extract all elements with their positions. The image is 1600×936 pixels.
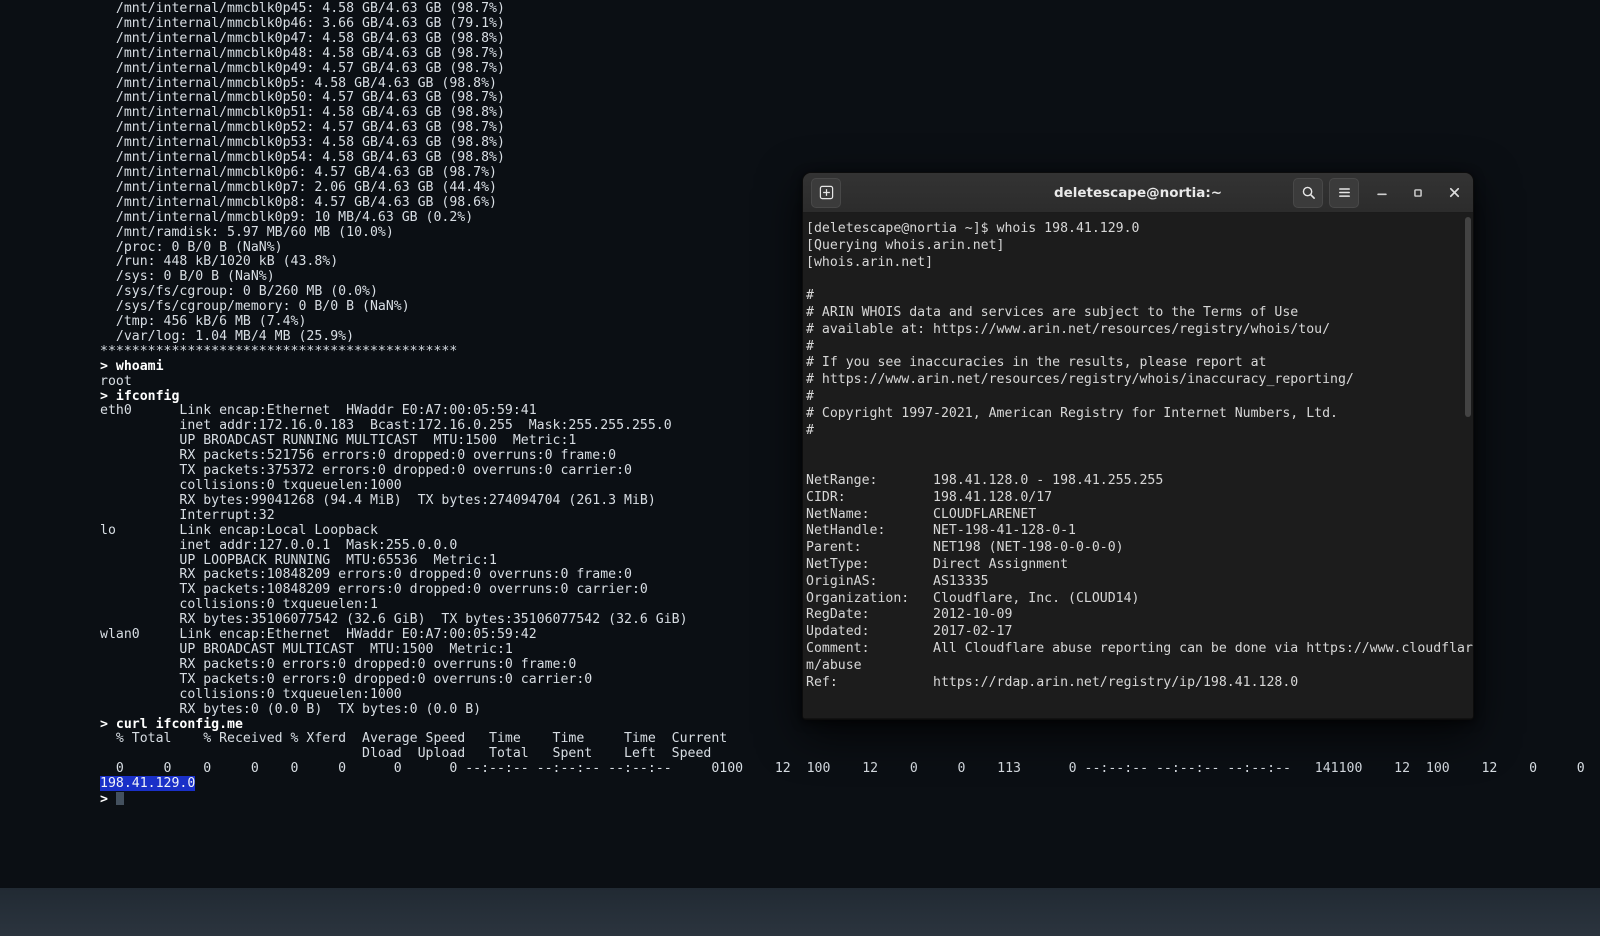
whois-line: [deletescape@nortia ~]$ whois 198.41.129… [806, 221, 1473, 238]
whois-line: NetRange: 198.41.128.0 - 198.41.255.255 [806, 473, 1473, 490]
background-bottom-bar [0, 888, 1600, 936]
whois-line: # If you see inaccuracies in the results… [806, 355, 1473, 372]
whois-line: m/abuse [806, 658, 1473, 675]
terminal-window[interactable]: deletescape@nortia:~ [802, 172, 1474, 720]
minimize-icon[interactable] [1369, 180, 1395, 206]
whois-line: # ARIN WHOIS data and services are subje… [806, 305, 1473, 322]
whois-line: # Copyright 1997-2021, American Registry… [806, 406, 1473, 423]
terminal-window-titlebar[interactable]: deletescape@nortia:~ [803, 173, 1473, 213]
maximize-icon[interactable] [1405, 180, 1431, 206]
screen-root: — v2020.11.20.loor Lobby Entv2020.10.01.… [0, 0, 1600, 936]
whois-line: NetName: CLOUDFLARENET [806, 507, 1473, 524]
curl-header-line: % Total % Received % Xferd Average Speed… [100, 732, 1600, 747]
whois-line: OriginAS: AS13335 [806, 574, 1473, 591]
disk-usage-line: /mnt/internal/mmcblk0p52: 4.57 GB/4.63 G… [100, 121, 1600, 136]
curl-header-line: Dload Upload Total Spent Left Speed [100, 747, 1600, 762]
disk-usage-line: /mnt/internal/mmcblk0p53: 4.58 GB/4.63 G… [100, 136, 1600, 151]
curl-result-ip[interactable]: 198.41.129.0 [100, 776, 195, 791]
disk-usage-line: /mnt/internal/mmcblk0p45: 4.58 GB/4.63 G… [100, 2, 1600, 17]
whois-output[interactable]: [deletescape@nortia ~]$ whois 198.41.129… [803, 213, 1473, 720]
search-icon[interactable] [1293, 178, 1323, 208]
curl-progress-line: 0 0 0 0 0 0 0 0 --:--:-- --:--:-- --:--:… [100, 762, 1600, 777]
titlebar-controls [1293, 178, 1467, 208]
whois-line: CIDR: 198.41.128.0/17 [806, 490, 1473, 507]
terminal-window-body[interactable]: [deletescape@nortia ~]$ whois 198.41.129… [803, 213, 1473, 720]
whois-line: NetHandle: NET-198-41-128-0-1 [806, 523, 1473, 540]
hamburger-menu-icon[interactable] [1329, 178, 1359, 208]
whois-line [806, 456, 1473, 473]
whois-line: Parent: NET198 (NET-198-0-0-0-0) [806, 540, 1473, 557]
cursor-block [116, 792, 124, 805]
whois-line [806, 271, 1473, 288]
disk-usage-line: /mnt/internal/mmcblk0p51: 4.58 GB/4.63 G… [100, 106, 1600, 121]
disk-usage-line: /mnt/internal/mmcblk0p49: 4.57 GB/4.63 G… [100, 62, 1600, 77]
whois-line: Ref: https://rdap.arin.net/registry/ip/1… [806, 675, 1473, 692]
disk-usage-line: /mnt/internal/mmcblk0p48: 4.58 GB/4.63 G… [100, 47, 1600, 62]
whois-line: Comment: All Cloudflare abuse reporting … [806, 641, 1473, 658]
disk-usage-line: /mnt/internal/mmcblk0p54: 4.58 GB/4.63 G… [100, 151, 1600, 166]
disk-usage-line: /mnt/internal/mmcblk0p46: 3.66 GB/4.63 G… [100, 17, 1600, 32]
whois-line: Updated: 2017-02-17 [806, 624, 1473, 641]
disk-usage-line: /mnt/internal/mmcblk0p47: 4.58 GB/4.63 G… [100, 32, 1600, 47]
whois-line: # [806, 288, 1473, 305]
close-icon[interactable] [1441, 180, 1467, 206]
whois-line: [whois.arin.net] [806, 255, 1473, 272]
whois-line: # available at: https://www.arin.net/res… [806, 322, 1473, 339]
whois-line: [Querying whois.arin.net] [806, 238, 1473, 255]
whois-line: # [806, 423, 1473, 440]
new-tab-icon[interactable] [811, 178, 841, 208]
whois-line [806, 439, 1473, 456]
disk-usage-line: /mnt/internal/mmcblk0p50: 4.57 GB/4.63 G… [100, 91, 1600, 106]
curl-result-row: 198.41.129.0 [100, 777, 1600, 792]
whois-line: # https://www.arin.net/resources/registr… [806, 372, 1473, 389]
terminal-scrollbar[interactable] [1465, 217, 1471, 417]
whois-line: # [806, 339, 1473, 356]
shell-prompt[interactable]: > [100, 792, 1600, 808]
whois-line: NetType: Direct Assignment [806, 557, 1473, 574]
disk-usage-line: /mnt/internal/mmcblk0p5: 4.58 GB/4.63 GB… [100, 77, 1600, 92]
whois-line: # [806, 389, 1473, 406]
whois-line: Organization: Cloudflare, Inc. (CLOUD14) [806, 591, 1473, 608]
whois-line: RegDate: 2012-10-09 [806, 607, 1473, 624]
window-bottom-edge [803, 718, 1473, 720]
